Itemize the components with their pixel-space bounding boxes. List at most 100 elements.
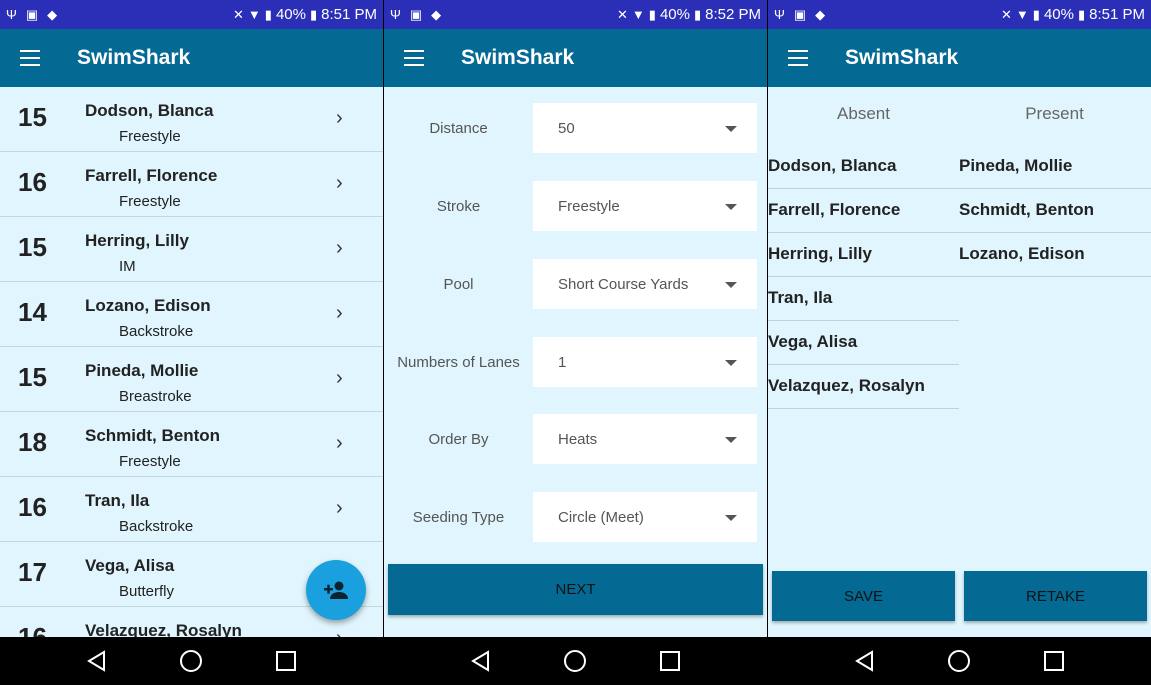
present-item[interactable]: Pineda, Mollie	[959, 145, 1151, 189]
app-title: SwimShark	[461, 46, 575, 69]
swimmer-age: 16	[18, 622, 47, 637]
app-bar: SwimShark	[768, 29, 1151, 87]
retake-button[interactable]: RETAKE	[964, 571, 1147, 621]
android-icon: ◆	[431, 7, 442, 22]
lanes-value: 1	[558, 354, 567, 371]
clock: 8:51 PM	[321, 6, 377, 23]
recents-icon[interactable]	[1043, 650, 1065, 672]
absent-item[interactable]: Farrell, Florence	[768, 189, 959, 233]
image-icon: ▣	[409, 7, 423, 22]
status-bar: Ψ ▣ ◆ ✕ ▼ ▮ 40% ▮ 8:51 PM	[0, 0, 383, 29]
list-item[interactable]: 16 Farrell, Florence Freestyle ›	[0, 152, 383, 217]
present-item[interactable]: Schmidt, Benton	[959, 189, 1151, 233]
swimmer-name: Lozano, Edison	[959, 244, 1085, 263]
absent-item[interactable]: Vega, Alisa	[768, 321, 959, 365]
battery-icon: ▮	[309, 7, 318, 22]
list-item[interactable]: 15 Dodson, Blanca Freestyle ›	[0, 87, 383, 152]
lanes-row: Numbers of Lanes 1	[384, 337, 767, 387]
battery-percent: 40%	[659, 6, 690, 23]
swimmer-age: 14	[18, 297, 47, 327]
absent-item[interactable]: Herring, Lilly	[768, 233, 959, 277]
order-by-row: Order By Heats	[384, 414, 767, 464]
clock: 8:51 PM	[1089, 6, 1145, 23]
seeding-type-row: Seeding Type Circle (Meet)	[384, 492, 767, 542]
list-item[interactable]: 16 Tran, Ila Backstroke ›	[0, 477, 383, 542]
absent-item[interactable]: Dodson, Blanca	[768, 145, 959, 189]
order-by-select[interactable]: Heats	[533, 414, 757, 464]
next-button[interactable]: NEXT	[388, 564, 763, 615]
stroke-select[interactable]: Freestyle	[533, 181, 757, 231]
chevron-right-icon: ›	[336, 497, 343, 519]
seeding-type-label: Seeding Type	[412, 509, 505, 526]
present-item[interactable]: Lozano, Edison	[959, 233, 1151, 277]
swimmer-stroke: Freestyle	[119, 128, 181, 145]
seeding-type-select[interactable]: Circle (Meet)	[533, 492, 757, 542]
swimmer-name: Velazquez, Rosalyn	[768, 376, 925, 395]
chevron-right-icon: ›	[336, 432, 343, 454]
dropdown-arrow-icon	[725, 515, 737, 521]
order-by-label: Order By	[428, 431, 489, 448]
battery-percent: 40%	[275, 6, 306, 23]
absent-item[interactable]: Velazquez, Rosalyn	[768, 365, 959, 409]
chevron-right-icon: ›	[336, 237, 343, 259]
dropdown-arrow-icon	[725, 282, 737, 288]
stroke-row: Stroke Freestyle	[384, 181, 767, 231]
list-item[interactable]: 14 Lozano, Edison Backstroke ›	[0, 282, 383, 347]
list-item[interactable]: 15 Pineda, Mollie Breastroke ›	[0, 347, 383, 412]
home-icon[interactable]	[947, 649, 971, 673]
back-icon[interactable]	[470, 650, 492, 672]
wifi-icon: ▼	[1015, 7, 1029, 22]
absent-item[interactable]: Tran, Ila	[768, 277, 959, 321]
nav-bar	[768, 637, 1151, 685]
mute-icon: ✕	[617, 7, 628, 22]
app-title: SwimShark	[77, 46, 191, 69]
back-icon[interactable]	[854, 650, 876, 672]
swimmer-name: Lozano, Edison	[85, 296, 211, 315]
distance-select[interactable]: 50	[533, 103, 757, 153]
list-item[interactable]: 18 Schmidt, Benton Freestyle ›	[0, 412, 383, 477]
swimmer-age: 18	[18, 427, 47, 457]
swimmer-name: Schmidt, Benton	[959, 200, 1095, 219]
swimmer-name: Farrell, Florence	[768, 200, 901, 219]
swimmer-name: Vega, Alisa	[768, 332, 858, 351]
recents-icon[interactable]	[659, 650, 681, 672]
swimmer-name: Vega, Alisa	[85, 556, 175, 575]
clock: 8:52 PM	[705, 6, 761, 23]
swimmer-name: Dodson, Blanca	[85, 101, 214, 120]
chevron-right-icon: ›	[336, 172, 343, 194]
chevron-right-icon: ›	[336, 627, 343, 637]
signal-icon: ▮	[1032, 7, 1040, 22]
add-person-icon	[324, 581, 348, 599]
dropdown-arrow-icon	[725, 437, 737, 443]
swimmer-name: Velazquez, Rosalyn	[85, 621, 242, 637]
signal-icon: ▮	[264, 7, 272, 22]
usb-icon: Ψ	[390, 7, 401, 22]
app-bar: SwimShark	[384, 29, 767, 87]
nav-bar	[384, 637, 767, 685]
seeding-form-screen: Ψ ▣ ◆ ✕ ▼ ▮ 40% ▮ 8:52 PM SwimShark Dist…	[384, 0, 767, 685]
list-item[interactable]: 15 Herring, Lilly IM ›	[0, 217, 383, 282]
menu-icon[interactable]	[788, 50, 808, 66]
seeding-type-value: Circle (Meet)	[558, 509, 644, 526]
lanes-select[interactable]: 1	[533, 337, 757, 387]
present-header: Present	[1025, 104, 1084, 123]
pool-select[interactable]: Short Course Yards	[533, 259, 757, 309]
stroke-label: Stroke	[436, 198, 481, 215]
chevron-right-icon: ›	[336, 107, 343, 129]
nav-bar	[0, 637, 383, 685]
back-icon[interactable]	[86, 650, 108, 672]
wifi-icon: ▼	[247, 7, 261, 22]
swimmer-stroke: IM	[119, 258, 136, 275]
image-icon: ▣	[793, 7, 807, 22]
recents-icon[interactable]	[275, 650, 297, 672]
save-button[interactable]: SAVE	[772, 571, 955, 621]
menu-icon[interactable]	[404, 50, 424, 66]
home-icon[interactable]	[179, 649, 203, 673]
chevron-right-icon: ›	[336, 302, 343, 324]
home-icon[interactable]	[563, 649, 587, 673]
swimmer-stroke: Freestyle	[119, 453, 181, 470]
add-swimmer-button[interactable]	[306, 560, 366, 620]
attendance-screen: Ψ ▣ ◆ ✕ ▼ ▮ 40% ▮ 8:51 PM SwimShark Abse…	[768, 0, 1151, 685]
menu-icon[interactable]	[20, 50, 40, 66]
distance-row: Distance 50	[384, 103, 767, 153]
